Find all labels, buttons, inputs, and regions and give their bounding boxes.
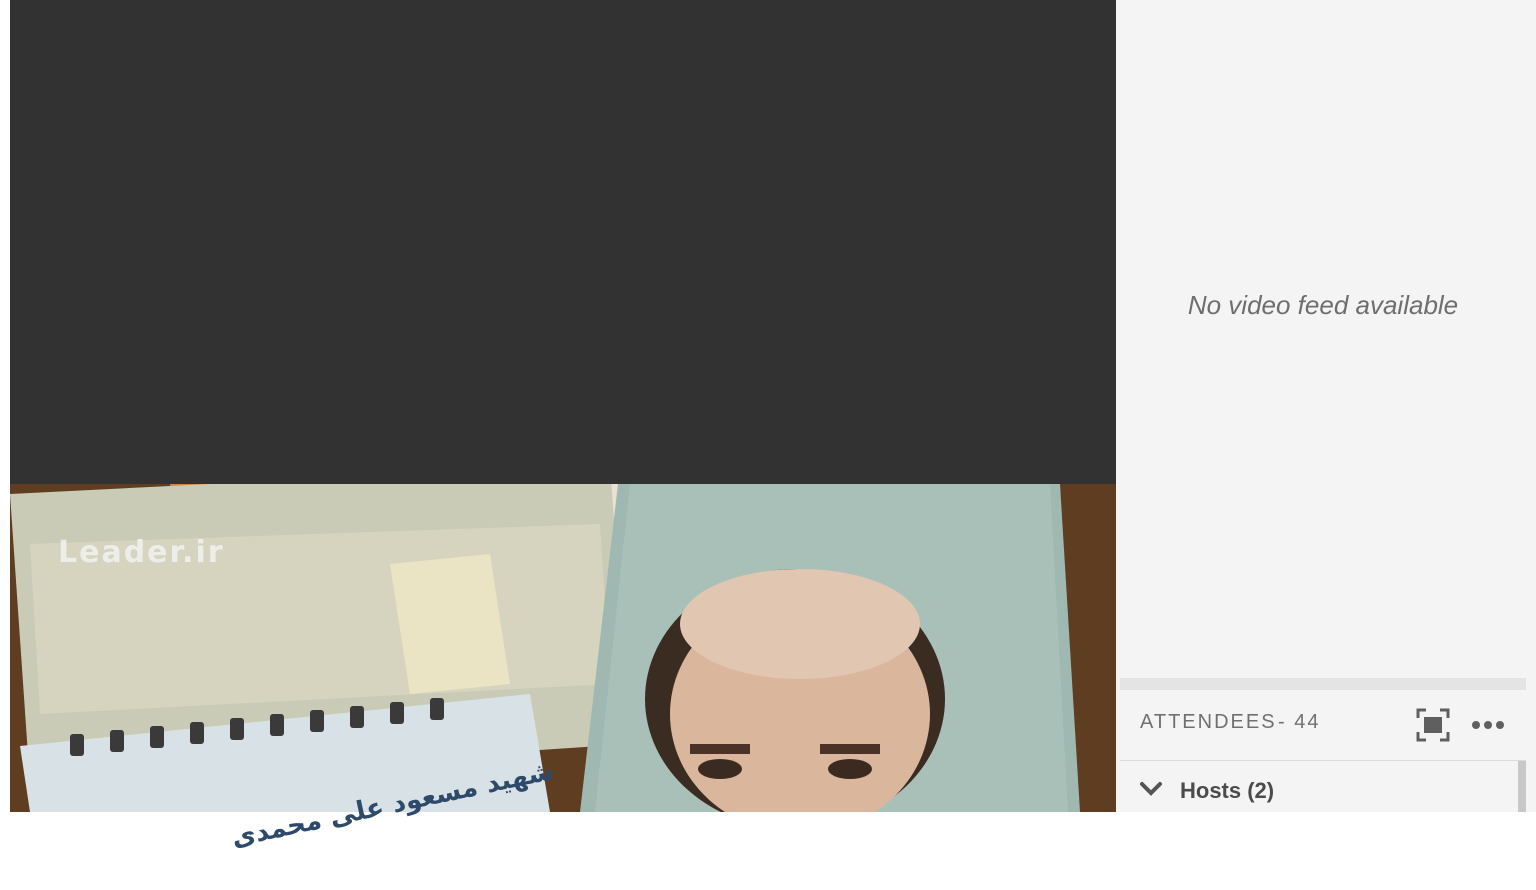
- attendees-title: ATTENDEES: [1140, 711, 1277, 733]
- no-video-feed-message: No video feed available: [1187, 290, 1459, 320]
- video-frame-illustration: [10, 484, 1116, 812]
- share-pod: [10, 0, 1116, 484]
- more-options-icon: [1472, 721, 1504, 729]
- attendees-scrollbar[interactable]: [1518, 761, 1526, 812]
- camera-pod: [1120, 0, 1526, 676]
- attendees-count: - 44: [1278, 711, 1321, 733]
- pod-divider: [1120, 678, 1526, 690]
- video-feed: [10, 484, 1116, 812]
- hosts-group-label[interactable]: Hosts (2): [1180, 778, 1274, 804]
- maximize-button[interactable]: [1416, 708, 1450, 742]
- more-options-button[interactable]: [1468, 708, 1508, 742]
- left-edge: [0, 0, 10, 812]
- video-watermark: Leader.ir: [58, 535, 225, 570]
- chevron-down-icon[interactable]: [1138, 780, 1164, 798]
- maximize-icon: [1416, 708, 1450, 742]
